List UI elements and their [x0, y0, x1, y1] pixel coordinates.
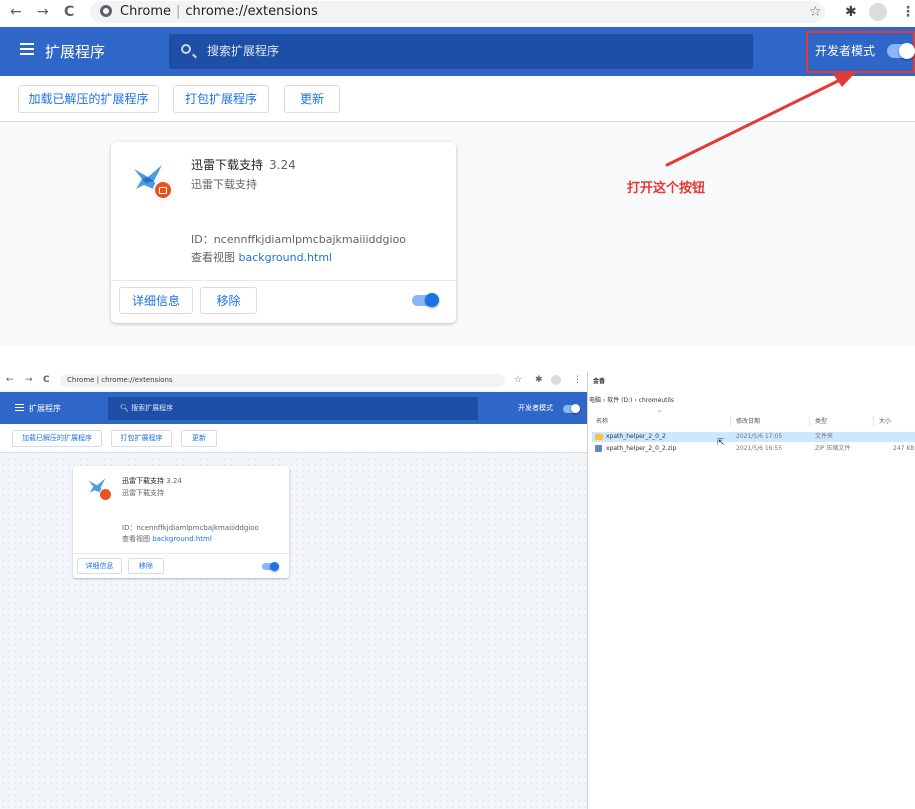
- extension-name: 迅雷下载支持: [191, 158, 264, 172]
- embedded-back-icon: ←: [6, 375, 14, 385]
- extension-description: 迅雷下载支持: [191, 178, 257, 191]
- embedded-pack: 打包扩展程序: [111, 430, 172, 447]
- more-icon[interactable]: ⋮: [901, 3, 915, 21]
- profile-icon[interactable]: [869, 3, 887, 21]
- extension-title: 迅雷下载支持 3.24: [191, 157, 296, 173]
- details-button[interactable]: 详细信息: [119, 287, 193, 314]
- remove-button[interactable]: 移除: [200, 287, 257, 314]
- file-size: 247 KB: [893, 445, 915, 452]
- forward-icon[interactable]: →: [37, 3, 49, 21]
- explorer-breadcrumb[interactable]: 电脑 › 软件 (D:) › chromeutils: [589, 397, 674, 405]
- puzzle-icon[interactable]: ✱: [845, 3, 857, 21]
- zip-file-icon: [595, 445, 602, 452]
- column-divider: [809, 416, 810, 426]
- embedded-forward-icon: →: [25, 375, 33, 385]
- load-unpacked-button[interactable]: 加载已解压的扩展程序: [18, 85, 159, 113]
- embedded-update: 更新: [181, 430, 217, 447]
- column-size[interactable]: 大小: [879, 418, 891, 426]
- dev-mode-label: 开发者模式: [815, 44, 876, 58]
- reload-icon[interactable]: C: [64, 3, 74, 21]
- folder-icon: [595, 434, 603, 440]
- embedded-dev-mode-label: 开发者模式: [518, 404, 553, 412]
- embedded-extension-id: ID：ncennffkjdiamlpmcbajkmaiiiddgioo: [122, 524, 259, 532]
- update-button[interactable]: 更新: [284, 85, 340, 113]
- xunlei-badge-icon: [153, 180, 173, 200]
- menu-icon[interactable]: [20, 43, 34, 55]
- embedded-menu-icon: [15, 404, 24, 411]
- embedded-dev-mode-toggle: [563, 404, 580, 414]
- embedded-omnibox-text: Chrome | chrome://extensions: [67, 376, 173, 384]
- file-date: 2021/5/6 17:05: [736, 433, 783, 440]
- embedded-extension-description: 迅雷下载支持: [122, 489, 164, 497]
- card-divider: [111, 280, 456, 281]
- column-divider: [873, 416, 874, 426]
- file-type: ZIP 压缩文件: [815, 445, 851, 452]
- extension-enable-toggle[interactable]: [412, 293, 439, 308]
- search-icon: [181, 44, 191, 54]
- embedded-reload-icon: C: [43, 375, 50, 385]
- view-label: 查看视图: [191, 251, 235, 264]
- embedded-details-button: 详细信息: [77, 558, 122, 574]
- file-date: 2021/5/6 16:55: [736, 445, 783, 452]
- embedded-more-icon: ⋮: [573, 375, 582, 385]
- embedded-load-unpacked: 加载已解压的扩展程序: [12, 430, 102, 447]
- embedded-card-divider: [73, 553, 289, 554]
- embedded-remove-button: 移除: [128, 558, 164, 574]
- column-name[interactable]: 名称: [596, 418, 608, 426]
- embedded-extension-title: 迅雷下载支持 3.24: [122, 477, 182, 485]
- sort-chevron-icon: ^: [657, 410, 663, 417]
- column-date[interactable]: 修改日期: [736, 418, 760, 426]
- file-type: 文件夹: [815, 433, 834, 440]
- back-icon[interactable]: ←: [10, 3, 22, 21]
- column-type[interactable]: 类型: [815, 418, 827, 426]
- extension-id: ID：ncennffkjdiamlpmcbajkmaiiiddgioo: [191, 233, 406, 246]
- chrome-site-icon: [100, 5, 112, 17]
- mouse-cursor-icon: ⇱: [717, 438, 725, 448]
- annotation-text: 打开这个按钮: [627, 181, 706, 196]
- background-page-link[interactable]: background.html: [239, 251, 333, 264]
- omnibox-text: Chrome | chrome://extensions: [120, 4, 318, 19]
- embedded-extension-views: 查看视图 background.html: [122, 535, 212, 543]
- embedded-puzzle-icon: ✱: [535, 375, 543, 385]
- omnibox-site: Chrome: [120, 4, 171, 19]
- embedded-search-placeholder: 🔍︎ 搜索扩展程序: [120, 404, 174, 412]
- omnibox-url: chrome://extensions: [185, 4, 318, 19]
- file-name[interactable]: xpath_helper_2_0_2: [606, 433, 666, 441]
- embedded-star-icon: ☆: [514, 375, 523, 385]
- star-icon[interactable]: ☆: [809, 3, 822, 21]
- embedded-badge-icon: [99, 488, 112, 501]
- embedded-profile-icon: [551, 375, 561, 385]
- dev-mode-toggle[interactable]: [887, 42, 915, 60]
- search-placeholder: 搜索扩展程序: [207, 44, 280, 58]
- page-title: 扩展程序: [45, 43, 106, 61]
- extension-version: 3.24: [269, 158, 296, 172]
- embedded-extension-toggle: [262, 562, 279, 571]
- file-name[interactable]: xpath_helper_2_0_2.zip: [606, 445, 676, 453]
- column-divider: [730, 416, 731, 426]
- explorer-title: 金香: [593, 378, 606, 385]
- extension-views: 查看视图 background.html: [191, 251, 332, 265]
- pack-extension-button[interactable]: 打包扩展程序: [173, 85, 269, 113]
- embedded-page-title: 扩展程序: [29, 404, 61, 413]
